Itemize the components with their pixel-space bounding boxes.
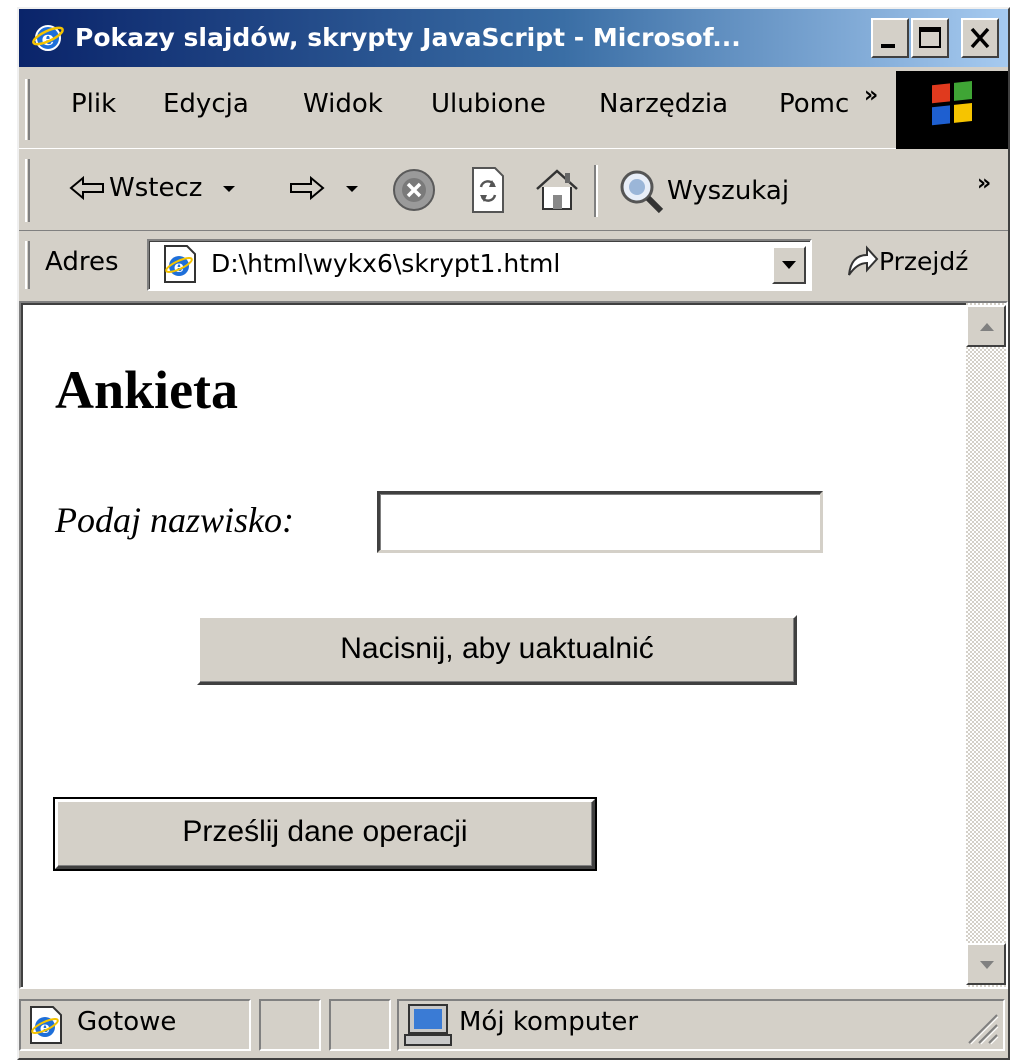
standard-toolbar: Wstecz Wyszukaj » [19,151,1008,231]
toolbar-grip[interactable] [25,241,30,289]
page-content: Ankieta Podaj nazwisko: Nacisnij, aby ua… [19,301,1008,989]
computer-icon [404,1004,452,1046]
maximize-icon [919,27,941,48]
close-button[interactable] [961,18,999,58]
status-panel [329,999,391,1051]
address-field[interactable]: e D:\html\wykx6\skrypt1.html [147,239,812,291]
address-url: D:\html\wykx6\skrypt1.html [211,249,561,278]
forward-button[interactable] [287,173,363,203]
address-label: Adres [45,247,119,277]
resize-grip-icon[interactable] [961,1007,1001,1047]
minimize-button[interactable] [871,18,909,58]
status-bar: e Gotowe Mój komputer [19,991,1008,1058]
title-bar[interactable]: e Pokazy slajdów, skrypty JavaScript - M… [19,9,1008,67]
back-arrow-icon [69,175,104,201]
scroll-down-button[interactable] [966,943,1006,985]
status-text: Gotowe [77,1007,177,1037]
go-label: Przejdź [879,246,969,276]
search-button[interactable]: Wyszukaj [617,167,789,215]
home-button[interactable] [533,165,581,215]
back-label: Wstecz [109,173,203,203]
go-arrow-icon [848,245,879,276]
toolbar-overflow-chevron[interactable]: » [977,171,991,196]
name-input[interactable] [377,491,823,553]
back-dropdown-icon[interactable] [218,178,240,198]
maximize-button[interactable] [911,18,949,58]
forward-dropdown-icon[interactable] [341,178,363,198]
scroll-up-icon [980,323,994,331]
chevron-down-icon [782,261,796,269]
menu-bar: Plik Edycja Widok Ulubione Narzędzia Pom… [19,71,1008,149]
stop-button[interactable] [391,167,437,213]
menu-edit[interactable]: Edycja [163,89,249,119]
vertical-scrollbar[interactable] [966,303,1006,987]
toolbar-grip[interactable] [25,79,30,140]
address-dropdown-button[interactable] [772,246,806,284]
close-icon [970,27,990,49]
search-icon [620,170,664,214]
windows-logo [896,71,1008,149]
window-title: Pokazy slajdów, skrypty JavaScript - Mic… [75,23,741,52]
page-status-icon: e [30,1006,62,1044]
go-button[interactable]: Przejdź [845,243,968,279]
status-main-panel: e Gotowe [19,999,251,1051]
zone-text: Mój komputer [459,1007,639,1037]
status-zone-panel: Mój komputer [397,999,1005,1051]
page-heading: Ankieta [55,360,239,420]
search-label: Wyszukaj [667,176,790,206]
scroll-up-button[interactable] [966,305,1006,347]
address-bar: Adres e D:\html\wykx6\skrypt1.html Przej… [19,233,1008,297]
menu-overflow-chevron[interactable]: » [864,83,878,108]
page-icon: e [164,245,196,283]
stop-icon [393,169,435,211]
forward-arrow-icon [290,175,325,201]
menu-view[interactable]: Widok [303,89,383,119]
toolbar-separator [594,165,598,217]
submit-button[interactable]: Prześlij dane operacji [53,797,597,871]
menu-file[interactable]: Plik [71,89,116,119]
menu-help[interactable]: Pomc [779,89,861,119]
minimize-icon [881,44,895,48]
scroll-down-icon [980,961,994,969]
ie-logo-icon: e [32,25,64,51]
status-panel [259,999,321,1051]
refresh-icon [472,167,504,213]
toolbar-grip[interactable] [25,159,30,222]
menu-favorites[interactable]: Ulubione [431,89,546,119]
update-button[interactable]: Nacisnij, aby uaktualnić [197,615,797,685]
back-button[interactable]: Wstecz [67,173,240,203]
browser-window: e Pokazy slajdów, skrypty JavaScript - M… [17,7,1010,1060]
name-label: Podaj nazwisko: [55,500,294,540]
refresh-button[interactable] [467,165,507,215]
windows-flag-icon [932,81,972,126]
menu-tools[interactable]: Narzędzia [599,89,728,119]
home-icon [536,169,578,210]
